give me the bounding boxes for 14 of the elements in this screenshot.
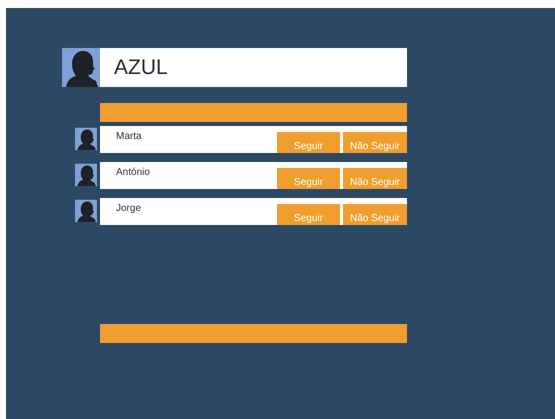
- follow-button[interactable]: Seguir: [277, 132, 340, 153]
- person-name: António: [115, 166, 151, 180]
- unfollow-button[interactable]: Não Seguir: [343, 132, 407, 153]
- avatar-icon: [75, 126, 97, 152]
- unfollow-button[interactable]: Não Seguir: [343, 168, 407, 189]
- avatar-icon: [75, 198, 97, 224]
- avatar-icon: [62, 48, 100, 87]
- profile-name: AZUL: [100, 48, 407, 87]
- follow-button[interactable]: Seguir: [277, 204, 340, 225]
- unfollow-button[interactable]: Não Seguir: [343, 204, 407, 225]
- follow-button[interactable]: Seguir: [277, 168, 340, 189]
- person-name: Jorge: [115, 202, 142, 216]
- avatar-icon: [75, 162, 97, 188]
- person-name: Marta: [115, 130, 143, 144]
